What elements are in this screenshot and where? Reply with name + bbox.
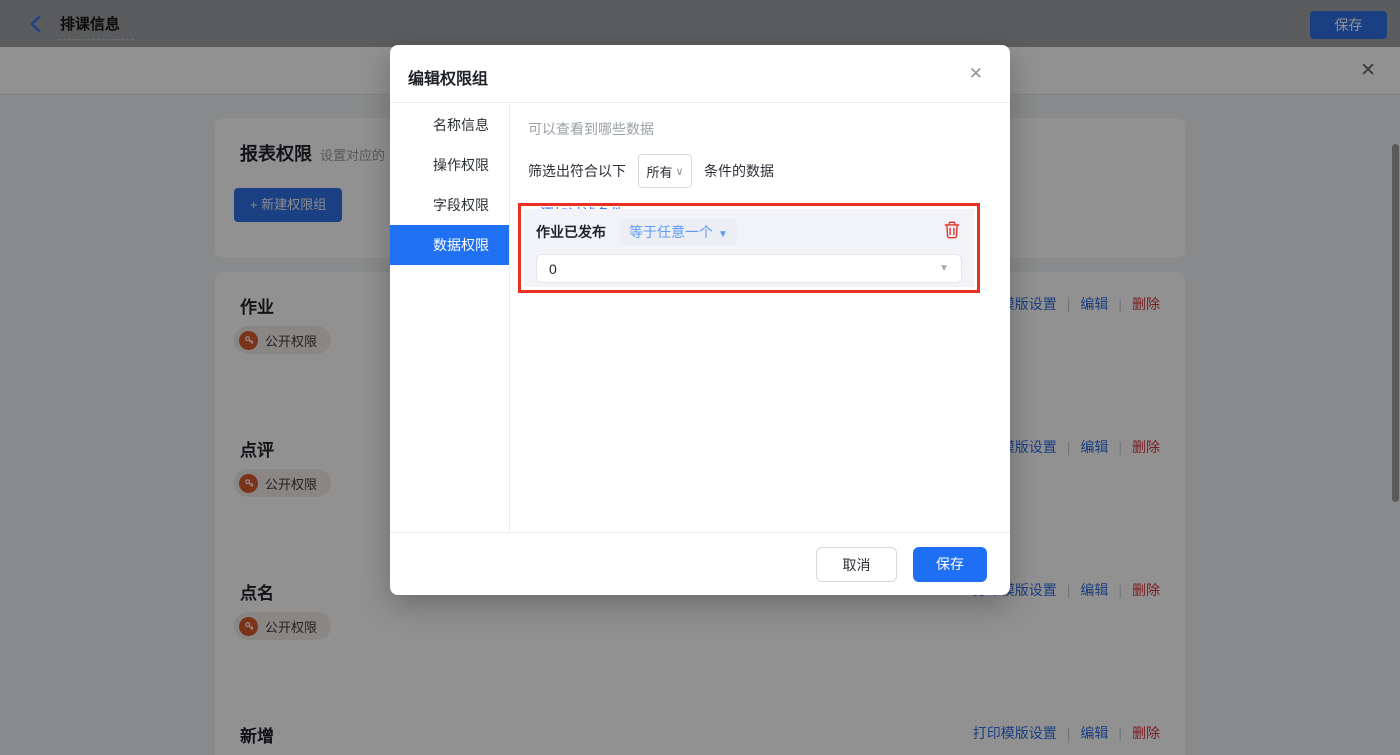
modal-close-icon[interactable]: ✕	[969, 64, 983, 84]
modal-header: 编辑权限组 ✕	[390, 45, 1010, 103]
condition-operator-dropdown[interactable]: 等于任意一个 ▼	[620, 219, 737, 245]
filter-condition-card: 作业已发布 等于任意一个 ▼ 0 ▼	[524, 209, 974, 287]
match-mode-select[interactable]: 所有 ∨	[638, 154, 692, 188]
condition-value-select[interactable]: 0 ▼	[536, 254, 962, 283]
chevron-down-icon: ∨	[675, 165, 683, 178]
save-button[interactable]: 保存	[913, 547, 987, 582]
operator-value: 等于任意一个	[629, 224, 713, 240]
modal-title: 编辑权限组	[408, 65, 488, 89]
modal-tabs: 名称信息 操作权限 字段权限 数据权限	[390, 103, 510, 532]
modal-footer: 取消 保存	[390, 532, 1010, 595]
modal-body: 名称信息 操作权限 字段权限 数据权限 可以查看到哪些数据 筛选出符合以下 所有…	[390, 103, 1010, 532]
condition-value: 0	[549, 261, 557, 277]
cancel-button[interactable]: 取消	[816, 547, 897, 582]
tab-operation-permission[interactable]: 操作权限	[390, 145, 509, 185]
filter-prefix-label: 筛选出符合以下	[528, 161, 626, 181]
filter-suffix-label: 条件的数据	[704, 161, 774, 181]
tab-field-permission[interactable]: 字段权限	[390, 185, 509, 225]
caret-down-icon: ▼	[939, 263, 949, 274]
caret-down-icon: ▼	[718, 229, 728, 240]
data-scope-hint: 可以查看到哪些数据	[528, 119, 980, 139]
condition-header-row: 作业已发布 等于任意一个 ▼	[536, 219, 962, 245]
condition-field-label: 作业已发布	[536, 222, 606, 242]
data-permission-pane: 可以查看到哪些数据 筛选出符合以下 所有 ∨ 条件的数据 + 添加过滤条件 作业…	[510, 103, 1010, 532]
trash-icon[interactable]	[944, 221, 960, 239]
highlight-annotation-box: 作业已发布 等于任意一个 ▼ 0 ▼	[518, 203, 980, 293]
filter-match-row: 筛选出符合以下 所有 ∨ 条件的数据	[528, 154, 980, 188]
edit-permission-group-modal: 编辑权限组 ✕ 名称信息 操作权限 字段权限 数据权限 可以查看到哪些数据 筛选…	[390, 45, 1010, 595]
tab-name-info[interactable]: 名称信息	[390, 105, 509, 145]
tab-data-permission[interactable]: 数据权限	[390, 225, 509, 265]
match-mode-value: 所有	[646, 162, 672, 181]
